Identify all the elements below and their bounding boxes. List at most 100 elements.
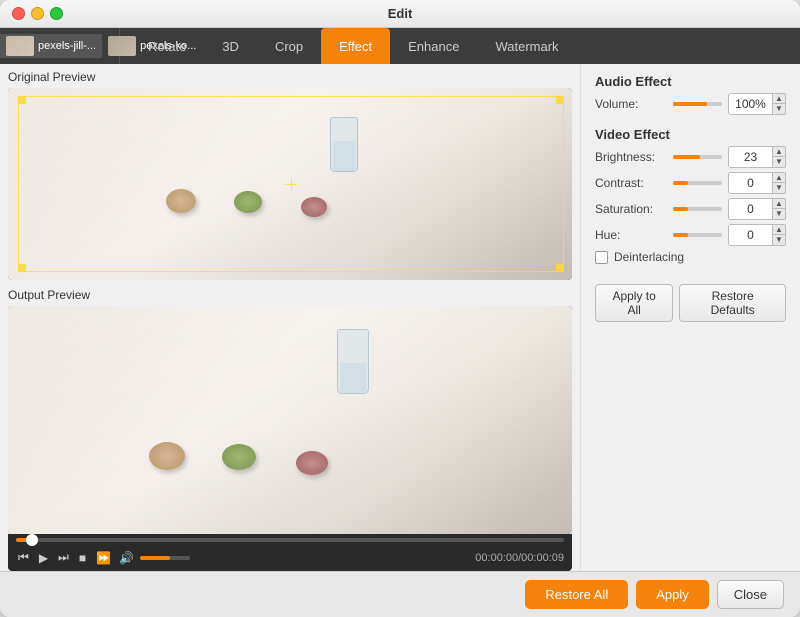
brightness-input[interactable] xyxy=(728,146,773,168)
deinterlacing-checkbox[interactable] xyxy=(595,251,608,264)
file-tab-1[interactable]: pexels-jill-... xyxy=(0,34,102,58)
bottom-actions: Apply to All Restore Defaults xyxy=(595,284,786,322)
saturation-down-button[interactable]: ▼ xyxy=(772,209,786,220)
contrast-spinner-btns: ▲ ▼ xyxy=(772,172,786,194)
contrast-track[interactable] xyxy=(673,181,722,185)
volume-track[interactable] xyxy=(673,102,722,106)
saturation-row: Saturation: ▲ ▼ xyxy=(595,198,786,220)
audio-section-title: Audio Effect xyxy=(595,74,786,89)
volume-fill xyxy=(140,556,170,560)
tab-3d[interactable]: 3D xyxy=(204,28,257,64)
player-controls: ⏮ ▶ ⏭ ■ ⏩ 🔊 00:00:00/00:00:09 xyxy=(8,534,572,571)
contrast-down-button[interactable]: ▼ xyxy=(772,183,786,194)
volume-slider-fill xyxy=(673,102,707,106)
file-tab-label-1: pexels-jill-... xyxy=(38,40,96,52)
contrast-label: Contrast: xyxy=(595,176,667,190)
hue-fill xyxy=(673,233,688,237)
macaron-pink xyxy=(301,197,327,217)
minimize-window-button[interactable] xyxy=(31,7,44,20)
hue-up-button[interactable]: ▲ xyxy=(772,224,786,235)
volume-icon: 🔊 xyxy=(119,551,134,565)
hue-spinner-btns: ▲ ▼ xyxy=(772,224,786,246)
hue-spinner: ▲ ▼ xyxy=(728,224,786,246)
glass-object xyxy=(330,117,358,172)
brightness-spinner-btns: ▲ ▼ xyxy=(772,146,786,168)
tab-crop[interactable]: Crop xyxy=(257,28,321,64)
deinterlacing-label: Deinterlacing xyxy=(614,250,684,264)
volume-row: Volume: ▲ ▼ xyxy=(595,93,786,115)
volume-spinner: ▲ ▼ xyxy=(728,93,786,115)
brightness-down-button[interactable]: ▼ xyxy=(772,157,786,168)
deinterlacing-row: Deinterlacing xyxy=(595,250,786,264)
tab-enhance[interactable]: Enhance xyxy=(390,28,477,64)
volume-slider[interactable] xyxy=(140,556,190,560)
restore-defaults-button[interactable]: Restore Defaults xyxy=(679,284,786,322)
apply-button[interactable]: Apply xyxy=(636,580,709,609)
progress-bar[interactable] xyxy=(16,538,564,542)
nav-tabs: Rotate 3D Crop Effect Enhance Watermark xyxy=(120,28,800,64)
play-button[interactable]: ▶ xyxy=(37,549,50,567)
macaron-green xyxy=(234,191,262,213)
output-video-frame xyxy=(8,306,572,534)
main-content: Original Preview xyxy=(0,64,800,571)
audio-effect-section: Audio Effect Volume: ▲ ▼ xyxy=(595,74,786,119)
main-window: Edit pexels-jill-... pexels-ko... Rotate… xyxy=(0,0,800,617)
contrast-row: Contrast: ▲ ▼ xyxy=(595,172,786,194)
original-scene xyxy=(8,88,572,280)
window-title: Edit xyxy=(388,6,413,21)
saturation-up-button[interactable]: ▲ xyxy=(772,198,786,209)
contrast-up-button[interactable]: ▲ xyxy=(772,172,786,183)
contrast-spinner: ▲ ▼ xyxy=(728,172,786,194)
right-panel: Audio Effect Volume: ▲ ▼ xyxy=(580,64,800,571)
saturation-input[interactable] xyxy=(728,198,773,220)
stop-button[interactable]: ■ xyxy=(77,549,88,567)
contrast-fill xyxy=(673,181,688,185)
hue-input[interactable] xyxy=(728,224,773,246)
next-frame-button[interactable]: ⏩ xyxy=(94,549,113,567)
brightness-row: Brightness: ▲ ▼ xyxy=(595,146,786,168)
output-glass xyxy=(337,329,369,394)
brightness-fill xyxy=(673,155,700,159)
skip-back-button[interactable]: ⏮ xyxy=(16,548,31,567)
original-preview-label: Original Preview xyxy=(8,70,95,84)
output-preview-label: Output Preview xyxy=(8,288,90,302)
video-effect-section: Video Effect Brightness: ▲ ▼ xyxy=(595,127,786,264)
brightness-label: Brightness: xyxy=(595,150,667,164)
output-macaron-pink xyxy=(296,451,328,475)
video-sections: Original Preview xyxy=(0,64,580,571)
original-preview-block: Original Preview xyxy=(0,64,580,284)
footer-bar: Restore All Apply Close xyxy=(0,571,800,617)
apply-to-all-button[interactable]: Apply to All xyxy=(595,284,673,322)
skip-forward-button[interactable]: ⏭ xyxy=(56,548,71,567)
volume-down-button[interactable]: ▼ xyxy=(772,104,786,115)
tab-watermark[interactable]: Watermark xyxy=(477,28,576,64)
brightness-track[interactable] xyxy=(673,155,722,159)
original-video-frame xyxy=(8,88,572,280)
maximize-window-button[interactable] xyxy=(50,7,63,20)
volume-input[interactable] xyxy=(728,93,773,115)
volume-label: Volume: xyxy=(595,97,667,111)
output-scene xyxy=(8,306,572,534)
file-tab-thumb-1 xyxy=(6,36,34,56)
saturation-track[interactable] xyxy=(673,207,722,211)
volume-up-button[interactable]: ▲ xyxy=(772,93,786,104)
brightness-spinner: ▲ ▼ xyxy=(728,146,786,168)
output-preview-block: Output Preview xyxy=(0,284,580,571)
contrast-input[interactable] xyxy=(728,172,773,194)
brightness-up-button[interactable]: ▲ xyxy=(772,146,786,157)
close-button[interactable]: Close xyxy=(717,580,784,609)
hue-track[interactable] xyxy=(673,233,722,237)
progress-thumb[interactable] xyxy=(26,534,38,546)
hue-row: Hue: ▲ ▼ xyxy=(595,224,786,246)
close-window-button[interactable] xyxy=(12,7,25,20)
time-display: 00:00:00/00:00:09 xyxy=(475,552,564,564)
hue-label: Hue: xyxy=(595,228,667,242)
restore-all-button[interactable]: Restore All xyxy=(525,580,628,609)
saturation-fill xyxy=(673,207,688,211)
tab-rotate[interactable]: Rotate xyxy=(130,28,204,64)
saturation-spinner-btns: ▲ ▼ xyxy=(772,198,786,220)
hue-down-button[interactable]: ▼ xyxy=(772,235,786,246)
saturation-spinner: ▲ ▼ xyxy=(728,198,786,220)
tab-effect[interactable]: Effect xyxy=(321,28,390,64)
tabs-row: pexels-jill-... pexels-ko... Rotate 3D C… xyxy=(0,28,800,64)
